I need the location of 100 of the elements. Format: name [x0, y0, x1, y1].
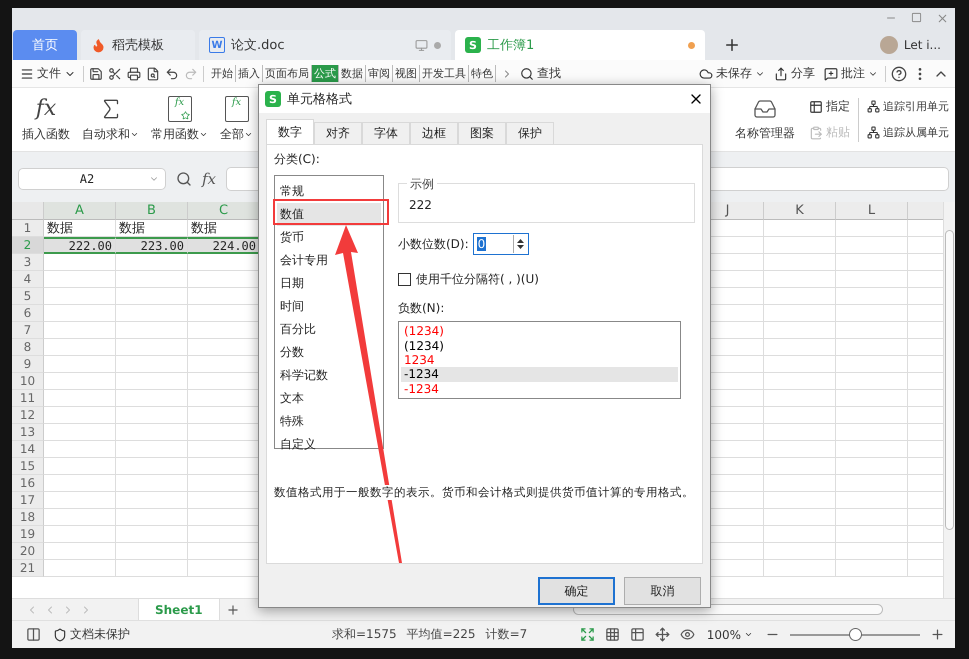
close-icon[interactable]	[936, 12, 949, 25]
row-header[interactable]: 14	[12, 441, 44, 458]
file-menu[interactable]: 文件	[18, 64, 78, 84]
negative-format-item[interactable]: -1234	[401, 382, 678, 396]
checkbox[interactable]	[398, 273, 411, 286]
ribbon-tab[interactable]: 数据	[339, 65, 366, 82]
decimals-spinner[interactable]: 0	[472, 233, 529, 255]
save-icon[interactable]	[89, 66, 103, 80]
category-item[interactable]: 文本	[277, 387, 381, 410]
ribbon-small-button[interactable]: 指定	[807, 96, 852, 116]
expand-icon[interactable]	[580, 627, 595, 642]
row-header[interactable]: 20	[12, 543, 44, 560]
table-cell	[44, 271, 116, 288]
add-sheet-icon[interactable]	[226, 602, 240, 616]
account-name[interactable]: Let i...	[904, 38, 941, 52]
ribbon-tab[interactable]: 视图	[393, 65, 420, 82]
row-header[interactable]: 17	[12, 492, 44, 509]
category-item[interactable]: 货币	[277, 226, 381, 249]
protection-status[interactable]: 文档未保护	[51, 624, 132, 644]
row-header[interactable]: 21	[12, 560, 44, 577]
negative-format-item[interactable]: (1234)	[401, 324, 678, 338]
ribbon-tab[interactable]: 审阅	[366, 65, 393, 82]
zoom-in-icon[interactable]	[930, 627, 945, 642]
print-icon[interactable]	[127, 66, 141, 80]
row-header[interactable]: 3	[12, 254, 44, 271]
ribbon-tab[interactable]: 特色	[469, 65, 496, 82]
row-header[interactable]: 4	[12, 271, 44, 288]
row-header[interactable]: 5	[12, 288, 44, 305]
zoom-icon[interactable]	[176, 171, 192, 187]
maximize-icon[interactable]	[911, 12, 922, 25]
name-manager-button[interactable]: 名称管理器	[729, 97, 801, 142]
preview-icon[interactable]	[146, 66, 160, 80]
zoom-level[interactable]: 100%	[704, 624, 755, 644]
sheet-tab[interactable]: Sheet1	[138, 598, 220, 620]
row-header[interactable]: 13	[12, 424, 44, 441]
category-item[interactable]: 常规	[277, 180, 381, 203]
share-button[interactable]: 分享	[772, 64, 817, 84]
row-header[interactable]: 8	[12, 339, 44, 356]
negative-format-item[interactable]: (1234)	[401, 338, 678, 353]
help-icon[interactable]	[891, 66, 907, 82]
column-header[interactable]: K	[764, 202, 836, 220]
zoom-thumb[interactable]	[849, 628, 862, 640]
row-header[interactable]: 12	[12, 407, 44, 424]
row-header[interactable]: 19	[12, 526, 44, 543]
document-tab[interactable]: 稻壳模板	[81, 30, 195, 60]
save-state-button[interactable]: 未保存	[697, 64, 767, 84]
row-header[interactable]: 7	[12, 322, 44, 339]
negative-list[interactable]: (1234) (1234) 1234 -1234 -1234	[398, 321, 681, 399]
ribbon-tab[interactable]: 开始	[209, 65, 236, 82]
name-box[interactable]: A2	[18, 168, 166, 190]
category-item[interactable]: 会计专用	[277, 249, 381, 272]
ribbon-button[interactable]: fx 全部	[214, 96, 259, 143]
page-view-icon[interactable]	[630, 627, 645, 642]
dialog-tab[interactable]: 边框	[410, 122, 458, 144]
row-header[interactable]: 9	[12, 356, 44, 373]
column-header[interactable]: L	[836, 202, 908, 220]
row-header[interactable]: 16	[12, 475, 44, 492]
dialog-tab[interactable]: 数字	[266, 119, 314, 144]
dialog-tab[interactable]: 字体	[362, 122, 410, 144]
dialog-tab[interactable]: 对齐	[314, 122, 362, 144]
undo-icon[interactable]	[165, 66, 179, 80]
status-dot	[434, 42, 441, 48]
grid-view-icon[interactable]	[604, 627, 620, 642]
dialog-tab[interactable]: 保护	[506, 122, 554, 144]
row-header[interactable]: 6	[12, 305, 44, 322]
eye-icon[interactable]	[680, 627, 695, 642]
trace-button[interactable]: 追踪引用单元	[865, 96, 951, 116]
category-item[interactable]: 百分比	[277, 318, 381, 341]
category-item[interactable]: 特殊	[277, 410, 381, 433]
document-tab[interactable]: W 论文.doc	[199, 30, 451, 60]
ribbon-button[interactable]: fx 插入函数	[16, 96, 76, 143]
negative-format-item[interactable]: -1234	[401, 367, 678, 382]
ribbon-tab[interactable]: 开发工具	[420, 65, 469, 82]
move-icon[interactable]	[654, 627, 670, 642]
row-header[interactable]: 11	[12, 390, 44, 407]
ribbon-button[interactable]: fx 常用函数	[145, 96, 214, 143]
ok-button[interactable]: 确定	[538, 577, 615, 605]
dialog-tab[interactable]: 图案	[458, 122, 506, 144]
find-button[interactable]: 查找	[518, 64, 563, 84]
row-header[interactable]: 15	[12, 458, 44, 475]
row-header[interactable]: 10	[12, 373, 44, 390]
layout-icon[interactable]	[26, 627, 41, 642]
row-header[interactable]: 1	[12, 220, 44, 237]
row-header[interactable]: 18	[12, 509, 44, 526]
document-tab[interactable]: S 工作簿1	[455, 30, 705, 60]
ribbon-button[interactable]: 自动求和	[76, 96, 145, 143]
function-button[interactable]: fx	[202, 170, 216, 188]
ribbon-tab[interactable]: 插入	[236, 65, 263, 82]
cancel-button[interactable]: 取消	[624, 577, 701, 605]
scissors-icon[interactable]	[108, 66, 122, 80]
negative-format-item[interactable]: 1234	[401, 352, 678, 368]
category-item[interactable]: 数值	[277, 203, 381, 226]
comment-button[interactable]: 批注	[822, 64, 880, 84]
category-item[interactable]: 日期	[277, 272, 381, 295]
category-item[interactable]: 时间	[277, 295, 381, 318]
vertical-scrollbar[interactable]	[943, 202, 955, 598]
trace-button[interactable]: 追踪从属单元	[865, 122, 951, 142]
category-item[interactable]: 科学记数	[277, 364, 381, 387]
ribbon-tab[interactable]: 公式	[312, 65, 339, 82]
category-item[interactable]: 分数	[277, 341, 381, 364]
